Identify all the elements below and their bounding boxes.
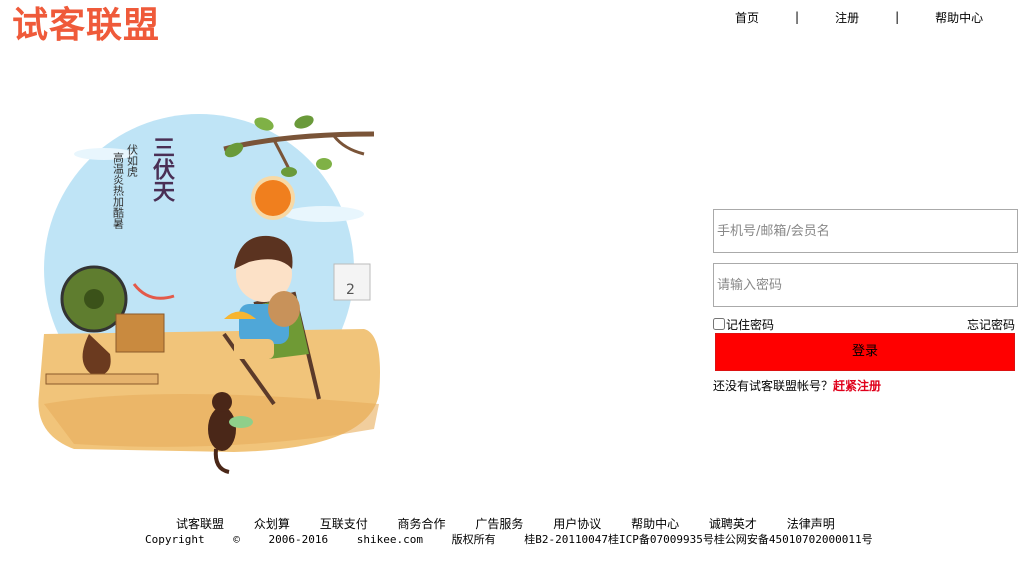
cat	[208, 407, 236, 451]
footer-link-business[interactable]: 商务合作	[398, 517, 446, 531]
password-input[interactable]	[713, 263, 1018, 307]
hand-fan	[268, 291, 300, 327]
nav-separator: |	[795, 10, 800, 24]
nav-separator: |	[895, 10, 900, 24]
nav-home-link[interactable]: 首页	[735, 9, 759, 26]
hero-title: 三伏天	[149, 136, 175, 203]
forgot-password-link[interactable]: 忘记密码	[967, 316, 1015, 333]
cloud	[284, 206, 364, 222]
remember-label: 记住密码	[726, 317, 775, 332]
hero-subtitle-2: 高温炎热加酷暑	[112, 151, 125, 229]
low-table	[45, 373, 159, 385]
calendar-digit: 2	[346, 282, 355, 298]
copyright-years: 2006-2016	[268, 533, 329, 546]
footer-link-zhonghuasuan[interactable]: 众划算	[254, 517, 290, 531]
footer-link-pay[interactable]: 互联支付	[320, 517, 368, 531]
footer-link-agreement[interactable]: 用户协议	[553, 517, 601, 531]
cabinet	[115, 313, 165, 353]
icp-license: 桂B2-20110047桂ICP备07009935号桂公网安备450107020…	[524, 533, 873, 546]
sun	[255, 180, 291, 216]
footer-link-ads[interactable]: 广告服务	[475, 517, 523, 531]
copyright-text: Copyright	[145, 533, 205, 546]
footer-links: 试客联盟 众划算 互联支付 商务合作 广告服务 用户协议 帮助中心 诚聘英才 法…	[176, 515, 861, 532]
summer-illustration: 三伏天 伏如虎 高温炎热加酷暑 2	[38, 114, 380, 474]
register-prompt-text: 还没有试客联盟帐号？	[713, 379, 834, 393]
login-form: 记住密码 忘记密码 登录 还没有试客联盟帐号？赶紧注册	[713, 209, 1018, 394]
copyright-domain: shikee.com	[356, 533, 423, 546]
bowl	[229, 416, 253, 428]
footer-link-help[interactable]: 帮助中心	[631, 517, 679, 531]
login-options-row: 记住密码 忘记密码	[713, 316, 1018, 332]
brand-logo[interactable]: 试客联盟	[12, 4, 160, 48]
register-now-link[interactable]: 赶紧注册	[833, 379, 881, 393]
username-input[interactable]	[713, 209, 1018, 253]
top-navigation: 首页 | 注册 | 帮助中心	[735, 6, 983, 28]
copyright-line: Copyright © 2006-2016 shikee.com 版权所有 桂B…	[145, 531, 895, 547]
footer-link-legal[interactable]: 法律声明	[787, 517, 835, 531]
copyright-symbol: ©	[233, 533, 240, 546]
login-button[interactable]: 登录	[715, 333, 1015, 371]
copyright-rights: 版权所有	[451, 533, 496, 546]
hero-subtitle-1: 伏如虎	[126, 143, 139, 177]
remember-checkbox[interactable]	[713, 318, 725, 330]
footer-link-jobs[interactable]: 诚聘英才	[709, 517, 757, 531]
nav-register-link[interactable]: 注册	[835, 9, 859, 26]
nav-help-link[interactable]: 帮助中心	[935, 9, 983, 26]
remember-password-checkbox[interactable]: 记住密码	[713, 316, 774, 333]
register-prompt: 还没有试客联盟帐号？赶紧注册	[713, 377, 1018, 394]
footer-link-shikee[interactable]: 试客联盟	[176, 517, 224, 531]
